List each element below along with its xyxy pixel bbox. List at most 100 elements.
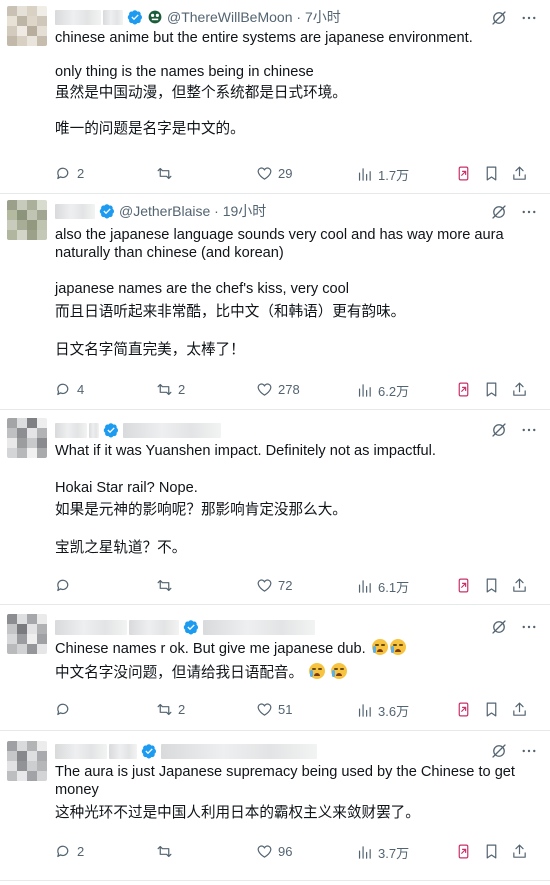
verified-badge-icon bbox=[183, 620, 198, 635]
share-button[interactable] bbox=[511, 165, 528, 182]
post-time[interactable]: 19小时 bbox=[223, 201, 267, 221]
views-icon bbox=[358, 580, 371, 593]
bookmark-button[interactable] bbox=[483, 701, 500, 718]
views-button[interactable]: 3.7万 bbox=[356, 843, 409, 862]
repost-button[interactable] bbox=[156, 843, 178, 860]
views-button[interactable]: 6.2万 bbox=[356, 381, 409, 400]
bookmark-icon bbox=[486, 166, 497, 181]
grok-analyze-button[interactable] bbox=[455, 843, 472, 860]
grok-icon[interactable] bbox=[490, 421, 508, 439]
post-line: What if it was Yuanshen impact. Definite… bbox=[55, 443, 436, 459]
post-time[interactable]: 7小时 bbox=[305, 7, 341, 27]
like-button[interactable]: 278 bbox=[256, 381, 300, 398]
post-line: Chinese names r ok. But give me japanese… bbox=[55, 639, 536, 658]
crying-face-emoji bbox=[371, 639, 388, 655]
post-line: 而且日语听起来非常酷，比中文（和韩语）更有韵味。 bbox=[55, 304, 406, 320]
like-button[interactable]: 29 bbox=[256, 165, 292, 182]
display-name-redacted bbox=[129, 619, 179, 635]
grok-analyze-icon bbox=[458, 578, 469, 593]
like-button[interactable]: 96 bbox=[256, 843, 292, 860]
share-button[interactable] bbox=[511, 843, 528, 860]
grok-icon[interactable] bbox=[490, 618, 508, 636]
user-handle[interactable]: @JetherBlaise bbox=[119, 203, 210, 219]
grok-icon[interactable] bbox=[490, 742, 508, 760]
like-icon bbox=[257, 579, 272, 592]
views-button[interactable]: 1.7万 bbox=[356, 165, 409, 184]
post-text: Chinese names r ok. But give me japanese… bbox=[55, 639, 536, 682]
avatar[interactable] bbox=[7, 614, 47, 654]
reply-icon bbox=[57, 703, 69, 716]
avatar[interactable] bbox=[7, 741, 47, 781]
views-button[interactable]: 6.1万 bbox=[356, 577, 409, 596]
handle-redacted bbox=[203, 619, 315, 635]
repost-button[interactable]: 2 bbox=[156, 701, 185, 718]
post-header: @JetherBlaise · 19小时 bbox=[55, 201, 266, 221]
post-line: also the japanese language sounds very c… bbox=[55, 227, 504, 243]
avatar[interactable] bbox=[7, 200, 47, 240]
reply-button[interactable]: 2 bbox=[55, 843, 84, 860]
more-icon[interactable] bbox=[520, 618, 538, 636]
action-bar: 4 2 278 6.2万 bbox=[55, 381, 538, 401]
grok-analyze-icon bbox=[458, 702, 469, 717]
repost-icon bbox=[157, 383, 172, 396]
grok-icon[interactable] bbox=[490, 203, 508, 221]
post-4[interactable]: Chinese names r ok. But give me japanese… bbox=[0, 605, 550, 731]
views-button[interactable]: 3.6万 bbox=[356, 701, 409, 720]
bookmark-button[interactable] bbox=[483, 843, 500, 860]
post-line: 虽然是中国动漫，但整个系统都是日式环境。 bbox=[55, 85, 347, 101]
share-button[interactable] bbox=[511, 701, 528, 718]
reply-button[interactable]: 2 bbox=[55, 165, 84, 182]
avatar[interactable] bbox=[7, 418, 47, 458]
display-name-redacted bbox=[55, 743, 107, 759]
bookmark-button[interactable] bbox=[483, 577, 500, 594]
handle-redacted bbox=[123, 422, 221, 438]
post-line: naturally than chinese (and korean) bbox=[55, 245, 284, 261]
post-line: 唯一的问题是名字是中文的。 bbox=[55, 121, 245, 137]
share-button[interactable] bbox=[511, 577, 528, 594]
post-header bbox=[55, 617, 315, 637]
grok-analyze-button[interactable] bbox=[455, 165, 472, 182]
repost-button[interactable] bbox=[156, 165, 178, 182]
reply-icon bbox=[57, 167, 69, 180]
post-3[interactable]: What if it was Yuanshen impact. Definite… bbox=[0, 410, 550, 605]
views-icon bbox=[358, 846, 371, 859]
post-line: only thing is the names being in chinese bbox=[55, 64, 314, 80]
like-icon bbox=[257, 845, 272, 858]
post-text: What if it was Yuanshen impact. Definite… bbox=[55, 442, 536, 557]
verified-badge-icon bbox=[141, 744, 156, 759]
reply-button[interactable] bbox=[55, 701, 77, 718]
more-icon[interactable] bbox=[520, 421, 538, 439]
user-handle[interactable]: @ThereWillBeMoon bbox=[167, 9, 292, 25]
action-bar: 2 29 1.7万 bbox=[55, 165, 538, 185]
post-2[interactable]: @JetherBlaise · 19小时 also the japanese l… bbox=[0, 194, 550, 410]
verified-badge-icon bbox=[127, 10, 142, 25]
grok-analyze-button[interactable] bbox=[455, 577, 472, 594]
repost-icon bbox=[157, 703, 172, 716]
reply-button[interactable] bbox=[55, 577, 77, 594]
more-icon[interactable] bbox=[520, 9, 538, 27]
more-icon[interactable] bbox=[520, 203, 538, 221]
repost-button[interactable] bbox=[156, 577, 178, 594]
display-name-redacted bbox=[55, 9, 101, 25]
reply-button[interactable]: 4 bbox=[55, 381, 84, 398]
like-icon bbox=[257, 167, 272, 180]
bookmark-button[interactable] bbox=[483, 165, 500, 182]
action-bar: 72 6.1万 bbox=[55, 577, 538, 597]
grok-analyze-button[interactable] bbox=[455, 701, 472, 718]
post-line: 宝凯之星轨道？不。 bbox=[55, 540, 187, 556]
avatar[interactable] bbox=[7, 6, 47, 46]
like-button[interactable]: 72 bbox=[256, 577, 292, 594]
post-1[interactable]: @ThereWillBeMoon · 7小时 chinese anime but… bbox=[0, 0, 550, 194]
more-icon[interactable] bbox=[520, 742, 538, 760]
like-button[interactable]: 51 bbox=[256, 701, 292, 718]
verified-badge-icon bbox=[99, 204, 114, 219]
share-button[interactable] bbox=[511, 381, 528, 398]
post-5[interactable]: The aura is just Japanese supremacy bein… bbox=[0, 731, 550, 881]
bookmark-button[interactable] bbox=[483, 381, 500, 398]
grok-icon[interactable] bbox=[490, 9, 508, 27]
repost-button[interactable]: 2 bbox=[156, 381, 185, 398]
display-name-redacted bbox=[55, 203, 95, 219]
post-header: @ThereWillBeMoon · 7小时 bbox=[55, 7, 341, 27]
action-bar: 2 96 3.7万 bbox=[55, 843, 538, 863]
grok-analyze-button[interactable] bbox=[455, 381, 472, 398]
